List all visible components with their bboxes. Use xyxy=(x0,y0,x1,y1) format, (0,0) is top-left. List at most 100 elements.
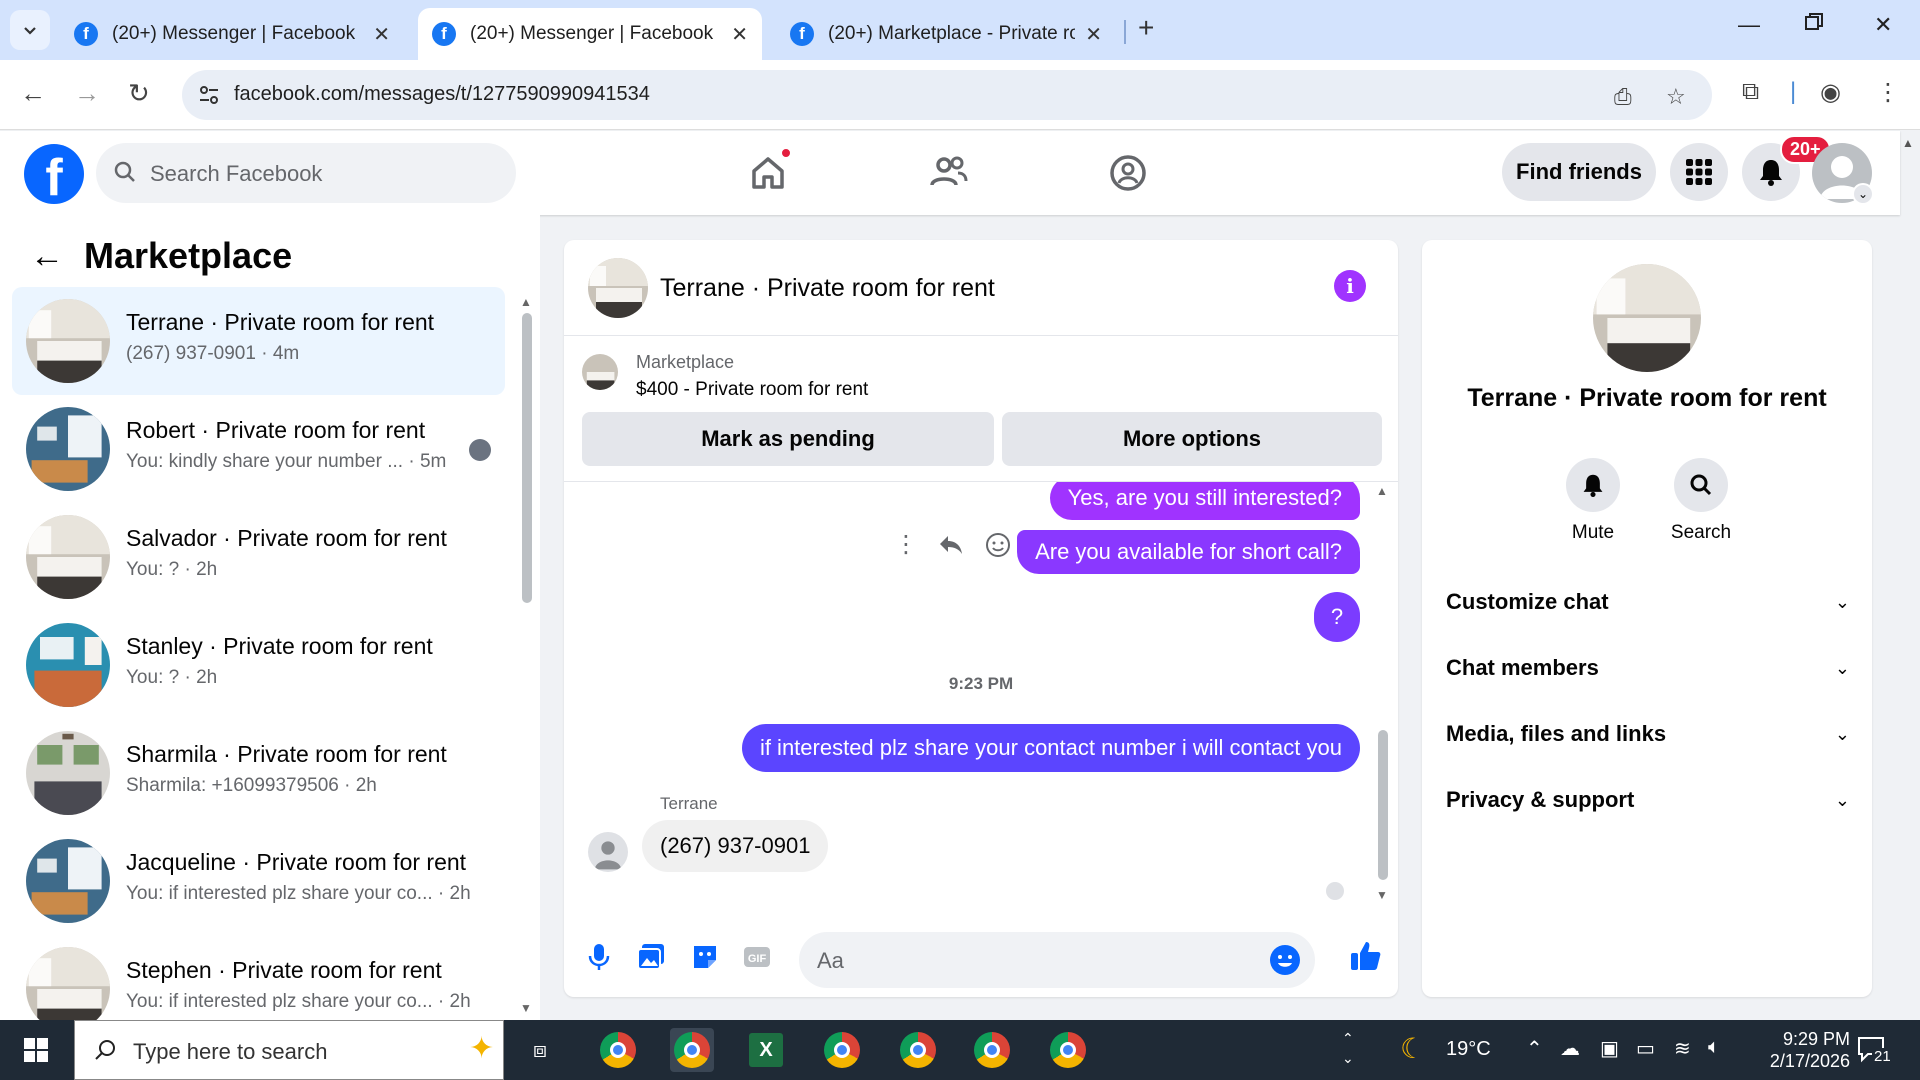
taskbar-search-input[interactable]: Type here to search ✦ xyxy=(74,1020,504,1080)
chrome-app-icon[interactable] xyxy=(820,1028,864,1072)
conversation-item[interactable]: Terrane · Private room for rent (267) 937… xyxy=(12,287,505,395)
sidebar-scrollbar[interactable] xyxy=(522,313,532,603)
close-tab-icon[interactable]: ✕ xyxy=(373,22,390,47)
tab-messenger-2[interactable]: f (20+) Messenger | Facebook ✕ xyxy=(418,8,762,60)
customize-chat-row[interactable]: Customize chat ⌄ xyxy=(1446,574,1850,630)
scroll-down-arrow[interactable]: ▼ xyxy=(520,1001,532,1015)
privacy-support-row[interactable]: Privacy & support ⌄ xyxy=(1446,772,1850,828)
bookmark-star-icon[interactable]: ☆ xyxy=(1666,84,1686,110)
tray-scroll-icon[interactable]: ⌃ ⌄ xyxy=(1342,1028,1354,1068)
info-icon[interactable]: i xyxy=(1334,270,1366,302)
outgoing-message[interactable]: Are you available for short call? xyxy=(1017,530,1360,574)
sticker-icon[interactable] xyxy=(690,942,720,972)
chat-scrollbar[interactable] xyxy=(1378,730,1388,880)
chrome-app-icon[interactable] xyxy=(970,1028,1014,1072)
media-files-links-row[interactable]: Media, files and links ⌄ xyxy=(1446,706,1850,762)
excel-app-icon[interactable]: X xyxy=(744,1028,788,1072)
chat-avatar[interactable] xyxy=(588,258,648,318)
wifi-icon[interactable]: ≋ xyxy=(1674,1036,1691,1061)
thumbs-up-icon[interactable] xyxy=(1348,938,1384,974)
tab-messenger-1[interactable]: f (20+) Messenger | Facebook ✕ xyxy=(60,8,404,60)
install-app-icon[interactable]: ⎙ xyxy=(1614,84,1632,110)
close-tab-icon[interactable]: ✕ xyxy=(1085,22,1102,47)
chat-scroll-up-arrow[interactable]: ▲ xyxy=(1376,484,1388,498)
tab-search-button[interactable] xyxy=(10,10,50,50)
chat-title[interactable]: Terrane · Private room for rent xyxy=(660,274,995,303)
chrome-app-icon[interactable] xyxy=(670,1028,714,1072)
chat-scroll-down-arrow[interactable]: ▼ xyxy=(1376,888,1388,902)
device-icon[interactable]: ▣ xyxy=(1600,1036,1619,1061)
profile-icon[interactable]: ◉ xyxy=(1820,78,1841,107)
taskbar-clock[interactable]: 9:29 PM 2/17/2026 xyxy=(1740,1028,1850,1072)
conversation-name: Sharmila · Private room for rent xyxy=(126,741,447,767)
forward-icon[interactable]: → xyxy=(74,78,100,109)
listing-price[interactable]: $400 - Private room for rent xyxy=(636,379,868,401)
conversation-item[interactable]: Stephen · Private room for rent You: if i… xyxy=(12,935,505,1020)
weather-icon[interactable]: ☾ xyxy=(1400,1032,1425,1065)
find-friends-button[interactable]: Find friends xyxy=(1502,143,1656,201)
conversation-item[interactable]: Sharmila · Private room for rent Sharmila… xyxy=(12,719,505,827)
windows-start-icon[interactable] xyxy=(24,1038,48,1062)
scroll-up-arrow[interactable]: ▲ xyxy=(520,295,532,309)
conversation-item[interactable]: Jacqueline · Private room for rent You: i… xyxy=(12,827,505,935)
contact-avatar[interactable] xyxy=(1593,264,1701,372)
cloud-sync-icon[interactable]: ☁ xyxy=(1560,1036,1580,1061)
outgoing-message[interactable]: ? xyxy=(1314,592,1360,642)
volume-icon[interactable]: 🔈︎ xyxy=(1708,1036,1720,1059)
microphone-icon[interactable] xyxy=(584,942,614,972)
restore-icon[interactable] xyxy=(1804,12,1824,38)
emoji-icon[interactable] xyxy=(1269,944,1301,976)
friends-icon[interactable] xyxy=(924,149,972,197)
chat-members-row[interactable]: Chat members ⌄ xyxy=(1446,640,1850,696)
search-in-conversation-button[interactable]: Search xyxy=(1646,458,1756,544)
sender-avatar[interactable] xyxy=(588,832,628,872)
section-label: Media, files and links xyxy=(1446,721,1667,746)
conversation-name: Robert · Private room for rent xyxy=(126,417,426,443)
more-options-button[interactable]: More options xyxy=(1002,412,1382,466)
photo-icon[interactable] xyxy=(636,942,666,972)
mute-button[interactable]: Mute xyxy=(1538,458,1648,544)
tab-marketplace[interactable]: f (20+) Marketplace - Private roo ✕ xyxy=(776,8,1116,60)
site-settings-icon[interactable] xyxy=(196,82,222,108)
new-tab-button[interactable]: + xyxy=(1138,12,1154,44)
address-bar[interactable]: facebook.com/messages/t/1277590990941534… xyxy=(182,70,1712,120)
notification-center[interactable]: 21 xyxy=(1856,1034,1893,1069)
account-caret-icon[interactable]: ⌄ xyxy=(1852,183,1874,205)
extensions-icon[interactable]: ⧉ xyxy=(1742,78,1759,106)
conversation-snippet: Sharmila: +16099379506 · 2h xyxy=(126,775,377,796)
battery-icon[interactable]: ▭ xyxy=(1636,1036,1655,1061)
mark-as-pending-button[interactable]: Mark as pending xyxy=(582,412,994,466)
incoming-message[interactable]: (267) 937-0901 xyxy=(642,820,829,872)
minimize-icon[interactable]: — xyxy=(1738,12,1760,38)
chrome-app-icon[interactable] xyxy=(596,1028,640,1072)
menu-button[interactable] xyxy=(1670,143,1728,201)
page-scroll-up-arrow[interactable]: ▲ xyxy=(1902,136,1914,150)
task-view-icon[interactable]: ⧈ xyxy=(518,1028,562,1072)
outgoing-message[interactable]: Yes, are you still interested? xyxy=(1049,482,1360,520)
conversation-item[interactable]: Robert · Private room for rent You: kindl… xyxy=(12,395,505,503)
facebook-search-input[interactable]: Search Facebook xyxy=(96,143,516,203)
conversation-item[interactable]: Salvador · Private room for rent You: ? ·… xyxy=(12,503,505,611)
back-icon[interactable]: ← xyxy=(20,78,46,109)
browser-menu-icon[interactable]: ⋮ xyxy=(1876,78,1900,107)
close-window-icon[interactable]: ✕ xyxy=(1874,12,1892,38)
contact-name[interactable]: Terrane · Private room for rent xyxy=(1422,384,1872,413)
chrome-app-icon[interactable] xyxy=(1046,1028,1090,1072)
react-emoji-icon[interactable] xyxy=(984,531,1012,559)
facebook-logo[interactable]: f xyxy=(24,144,84,204)
conversation-name: Stanley · Private room for rent xyxy=(126,633,433,659)
groups-icon[interactable] xyxy=(1104,149,1152,197)
conversation-item[interactable]: Stanley · Private room for rent You: ? · … xyxy=(12,611,505,719)
weather-temperature[interactable]: 19°C xyxy=(1446,1038,1491,1061)
reply-icon[interactable] xyxy=(938,534,964,556)
show-hidden-icons[interactable]: ⌃ xyxy=(1526,1036,1543,1061)
chrome-app-icon[interactable] xyxy=(896,1028,940,1072)
listing-thumbnail[interactable] xyxy=(582,354,618,390)
message-input[interactable]: Aa xyxy=(799,932,1315,988)
back-arrow-icon[interactable]: ← xyxy=(30,237,64,276)
outgoing-message[interactable]: if interested plz share your contact num… xyxy=(741,724,1360,772)
more-actions-icon[interactable]: ⋮ xyxy=(894,530,918,559)
close-tab-icon[interactable]: ✕ xyxy=(731,22,748,47)
gif-icon[interactable]: GIF xyxy=(742,942,772,972)
reload-icon[interactable]: ↻ xyxy=(128,78,150,109)
